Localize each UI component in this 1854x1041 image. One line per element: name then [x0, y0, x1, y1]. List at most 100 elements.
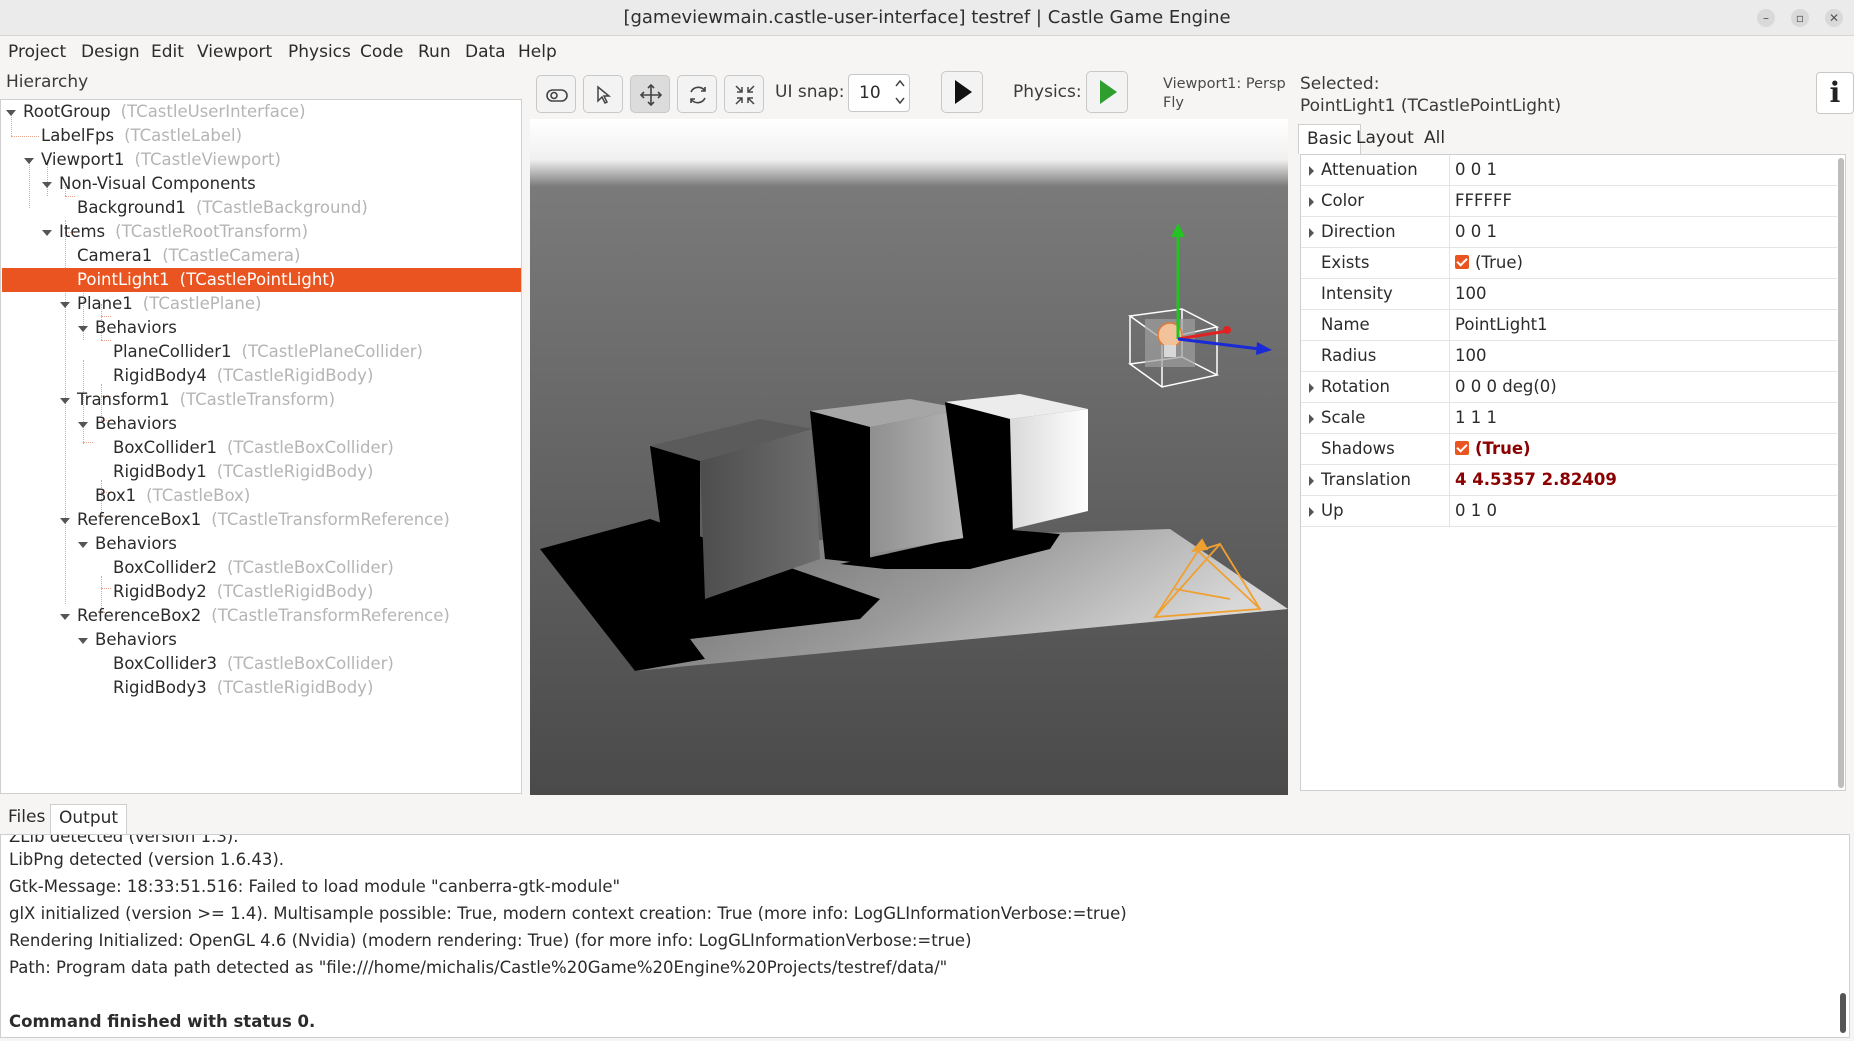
tree-node-transform1[interactable]: Transform1 (TCastleTransform): [77, 388, 335, 412]
output-console[interactable]: ZLib detected (version 1.3). LibPng dete…: [0, 834, 1850, 1038]
expand-triangle-icon[interactable]: [60, 302, 70, 308]
tree-node-rigidbody2[interactable]: RigidBody2 (TCastleRigidBody): [113, 580, 373, 604]
expand-triangle-icon[interactable]: [60, 398, 70, 404]
run-game-button[interactable]: [941, 71, 983, 113]
checkbox-checked-icon[interactable]: [1455, 255, 1469, 269]
spin-up-icon[interactable]: [894, 78, 906, 88]
tree-node-rigidbody3[interactable]: RigidBody3 (TCastleRigidBody): [113, 676, 373, 700]
move-arrows-icon: [640, 84, 662, 106]
menu-design[interactable]: Design: [81, 42, 140, 62]
tree-node-plane1[interactable]: Plane1 (TCastlePlane): [77, 292, 261, 316]
spin-down-icon[interactable]: [894, 96, 906, 106]
tree-node-box1[interactable]: Box1 (TCastleBox): [95, 484, 250, 508]
maximize-button[interactable]: ▫: [1791, 9, 1809, 27]
menu-viewport[interactable]: Viewport: [197, 42, 272, 62]
expand-triangle-icon[interactable]: [78, 422, 88, 428]
console-scrollbar[interactable]: [1840, 993, 1846, 1033]
menu-help[interactable]: Help: [518, 42, 557, 62]
menu-physics[interactable]: Physics: [288, 42, 351, 62]
tree-node-viewport1[interactable]: Viewport1 (TCastleViewport): [41, 148, 281, 172]
menu-run[interactable]: Run: [418, 42, 451, 62]
tab-output[interactable]: Output: [50, 804, 128, 834]
tree-node-labelfps[interactable]: LabelFps (TCastleLabel): [41, 124, 242, 148]
viewport-info: Viewport1: Persp Fly: [1163, 75, 1286, 113]
console-line: Gtk-Message: 18:33:51.516: Failed to loa…: [9, 877, 621, 896]
tree-node-rootgroup[interactable]: RootGroup (TCastleUserInterface): [23, 100, 306, 124]
expand-arrow-icon[interactable]: [1309, 476, 1314, 486]
rotate-icon: [690, 86, 706, 104]
3d-viewport[interactable]: [530, 119, 1288, 795]
inspector-scrollbar[interactable]: [1838, 158, 1844, 788]
prop-row-shadows[interactable]: Shadows (True): [1301, 434, 1837, 465]
prop-row-color[interactable]: Color FFFFFF: [1301, 186, 1837, 217]
tree-node-non-visual-components[interactable]: Non-Visual Components: [59, 172, 256, 196]
tree-node-referencebox2[interactable]: ReferenceBox2 (TCastleTransformReference): [77, 604, 450, 628]
prop-row-radius[interactable]: Radius 100: [1301, 341, 1837, 372]
close-button[interactable]: ✕: [1825, 9, 1843, 27]
menu-project[interactable]: Project: [8, 42, 66, 62]
prop-row-translation[interactable]: Translation 4 4.5357 2.82409: [1301, 465, 1837, 496]
expand-triangle-icon[interactable]: [42, 182, 52, 188]
prop-row-direction[interactable]: Direction 0 0 1: [1301, 217, 1837, 248]
move-tool-button[interactable]: [630, 75, 670, 113]
tree-connector: [101, 588, 111, 589]
tree-node-rigidbody1[interactable]: RigidBody1 (TCastleRigidBody): [113, 460, 373, 484]
expand-arrow-icon[interactable]: [1309, 166, 1314, 176]
prop-row-rotation[interactable]: Rotation 0 0 0 deg(0): [1301, 372, 1837, 403]
menu-edit[interactable]: Edit: [151, 42, 184, 62]
tree-node-planecollider1[interactable]: PlaneCollider1 (TCastlePlaneCollider): [113, 340, 423, 364]
expand-arrow-icon[interactable]: [1309, 228, 1314, 238]
expand-arrow-icon[interactable]: [1309, 414, 1314, 424]
tree-node-rigidbody4[interactable]: RigidBody4 (TCastleRigidBody): [113, 364, 373, 388]
rotate-tool-button[interactable]: [677, 75, 717, 113]
tree-node-camera1[interactable]: Camera1 (TCastleCamera): [77, 244, 300, 268]
expand-triangle-icon[interactable]: [78, 638, 88, 644]
console-line: Rendering Initialized: OpenGL 4.6 (Nvidi…: [9, 931, 972, 950]
tab-layout[interactable]: Layout: [1348, 124, 1422, 154]
prop-row-name[interactable]: Name PointLight1: [1301, 310, 1837, 341]
expand-triangle-icon[interactable]: [42, 230, 52, 236]
tree-node-behaviors[interactable]: Behaviors: [95, 412, 177, 436]
tree-node-items[interactable]: Items (TCastleRootTransform): [59, 220, 308, 244]
tree-node-referencebox1[interactable]: ReferenceBox1 (TCastleTransformReference): [77, 508, 450, 532]
expand-triangle-icon[interactable]: [24, 158, 34, 164]
expand-triangle-icon[interactable]: [60, 614, 70, 620]
tree-node-boxcollider1[interactable]: BoxCollider1 (TCastleBoxCollider): [113, 436, 394, 460]
tree-node-behaviors[interactable]: Behaviors: [95, 316, 177, 340]
select-tool-button[interactable]: [583, 75, 623, 113]
prop-row-scale[interactable]: Scale 1 1 1: [1301, 403, 1837, 434]
prop-row-intensity[interactable]: Intensity 100: [1301, 279, 1837, 310]
viewport-navigation-info: Fly: [1163, 95, 1184, 111]
minimize-button[interactable]: –: [1757, 9, 1775, 27]
tree-node-boxcollider2[interactable]: BoxCollider2 (TCastleBoxCollider): [113, 556, 394, 580]
window-title: [gameviewmain.castle-user-interface] tes…: [623, 7, 1231, 28]
menu-code[interactable]: Code: [360, 42, 404, 62]
menu-data[interactable]: Data: [465, 42, 506, 62]
expand-triangle-icon[interactable]: [60, 518, 70, 524]
expand-arrow-icon[interactable]: [1309, 383, 1314, 393]
toggle-interact-button[interactable]: [536, 75, 576, 113]
prop-row-exists[interactable]: Exists (True): [1301, 248, 1837, 279]
tab-files[interactable]: Files: [0, 804, 53, 834]
expand-triangle-icon[interactable]: [78, 542, 88, 548]
tree-node-behaviors[interactable]: Behaviors: [95, 532, 177, 556]
checkbox-checked-icon[interactable]: [1455, 441, 1469, 455]
tab-all[interactable]: All: [1416, 124, 1453, 154]
physics-play-button[interactable]: [1086, 71, 1128, 113]
tree-node-boxcollider3[interactable]: BoxCollider3 (TCastleBoxCollider): [113, 652, 394, 676]
expand-arrow-icon[interactable]: [1309, 197, 1314, 207]
tree-node-behaviors[interactable]: Behaviors: [95, 628, 177, 652]
hierarchy-label: Hierarchy: [6, 72, 89, 92]
tree-node-pointlight1-selected[interactable]: PointLight1 (TCastlePointLight): [2, 268, 521, 292]
expand-arrow-icon[interactable]: [1309, 507, 1314, 517]
expand-triangle-icon[interactable]: [6, 110, 16, 116]
hierarchy-tree[interactable]: RootGroup (TCastleUserInterface) LabelFps…: [0, 99, 522, 794]
prop-row-attenuation[interactable]: Attenuation 0 0 1: [1301, 155, 1837, 186]
tree-node-background1[interactable]: Background1 (TCastleBackground): [77, 196, 368, 220]
expand-triangle-icon[interactable]: [78, 326, 88, 332]
scale-tool-button[interactable]: [724, 75, 764, 113]
title-bar: [gameviewmain.castle-user-interface] tes…: [0, 0, 1854, 36]
prop-row-up[interactable]: Up 0 1 0: [1301, 496, 1837, 527]
selected-label: Selected:: [1300, 74, 1380, 94]
info-button[interactable]: i: [1816, 72, 1854, 114]
